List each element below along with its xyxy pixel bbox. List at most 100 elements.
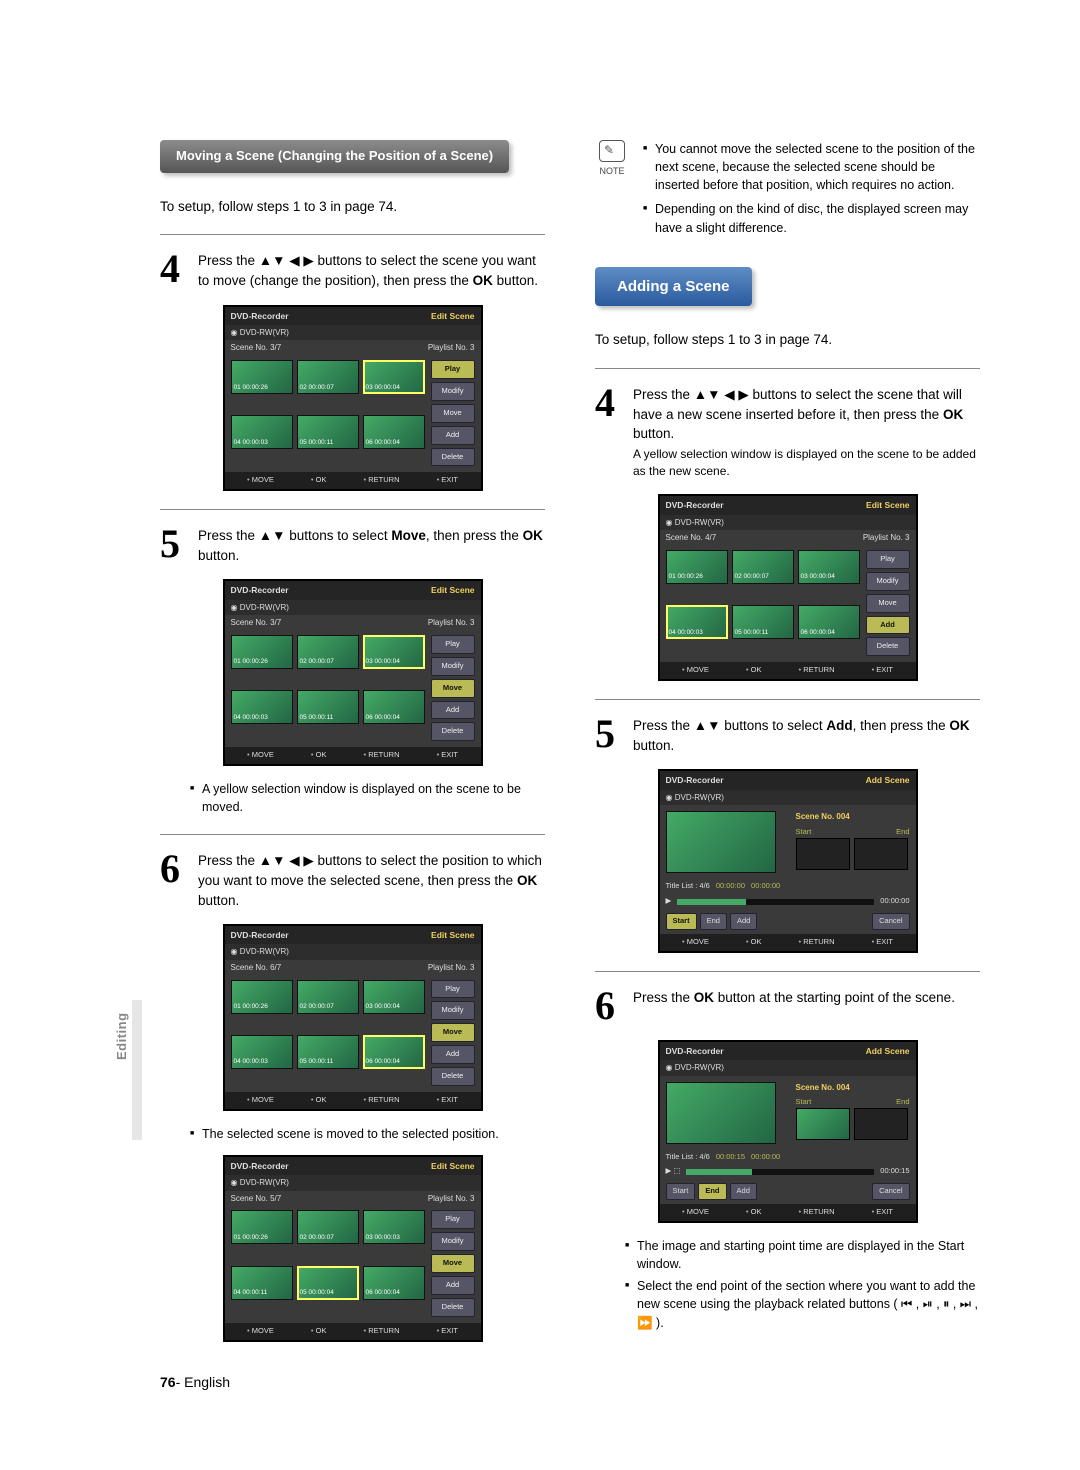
- osd-ftr-ok: OK: [311, 1095, 327, 1106]
- osd-screen-scene6: DVD-RecorderEdit Scene ◉ DVD-RW(VR) Scen…: [223, 924, 483, 1111]
- divider: [595, 971, 980, 972]
- osd-screen-scene5: DVD-RecorderEdit Scene ◉ DVD-RW(VR) Scen…: [223, 1155, 483, 1342]
- osd-btn-add: Add: [431, 1045, 475, 1064]
- step-number: 4: [595, 383, 623, 480]
- osd-mode: Add Scene: [866, 774, 910, 786]
- title-list: Title List : 4/6: [666, 881, 710, 892]
- osd-mode: Add Scene: [866, 1045, 910, 1057]
- divider: [160, 234, 545, 235]
- thumb-02: 02 00:00:07: [732, 550, 794, 584]
- scene-no-label: Scene No.: [231, 963, 268, 972]
- note-list: You cannot move the selected scene to th…: [643, 140, 980, 243]
- osd-ftr-move: MOVE: [247, 1095, 274, 1106]
- step-body: Press the ▲▼ buttons to select Move, the…: [198, 524, 545, 565]
- osd-mode: Edit Scene: [431, 1160, 474, 1172]
- disc-type: DVD-RW(VR): [675, 518, 724, 527]
- start-thumb: [796, 838, 850, 870]
- thumbnail-grid: 01 00:00:26 02 00:00:07 03 00:00:04 04 0…: [231, 360, 425, 466]
- emphasis: OK: [517, 873, 537, 888]
- osd-btn-add: Add: [730, 1183, 757, 1200]
- osd-ftr-return: RETURN: [799, 665, 835, 676]
- timeline: [686, 1169, 874, 1175]
- divider: [595, 368, 980, 369]
- time-left: 00:00:00: [716, 881, 745, 892]
- step-6: 6 Press the OK button at the starting po…: [595, 986, 980, 1026]
- osd-title: DVD-Recorder: [666, 1045, 724, 1057]
- title-list: Title List : 4/6: [666, 1152, 710, 1163]
- osd-btn-add: Add: [431, 701, 475, 720]
- divider: [160, 509, 545, 510]
- text: button.: [198, 893, 239, 908]
- osd-btn-modify: Modify: [431, 657, 475, 676]
- substep-item: The selected scene is moved to the selec…: [190, 1125, 545, 1143]
- osd-btn-play: Play: [431, 635, 475, 654]
- osd-btn-delete: Delete: [431, 1298, 475, 1317]
- thumb-04: 04 00:00:03: [231, 690, 293, 724]
- step-body: Press the ▲▼ ◀ ▶ buttons to select the s…: [633, 383, 980, 480]
- step-body: Press the ▲▼ ◀ ▶ buttons to select the p…: [198, 849, 545, 910]
- osd-side-buttons: Play Modify Move Add Delete: [866, 550, 910, 656]
- pencil-icon: [599, 140, 625, 162]
- emphasis: OK: [694, 990, 714, 1005]
- thumb-01: 01 00:00:26: [231, 980, 293, 1014]
- osd-btn-modify: Modify: [866, 572, 910, 591]
- step-number: 5: [595, 714, 623, 755]
- osd-title: DVD-Recorder: [666, 499, 724, 511]
- emphasis: OK: [473, 273, 493, 288]
- osd-btn-modify: Modify: [431, 1232, 475, 1251]
- step-number: 5: [160, 524, 188, 565]
- start-end-panel: Scene No. 004 StartEnd: [796, 805, 916, 869]
- osd-btn-move: Move: [431, 1023, 475, 1042]
- scene-no-value: Scene No. 004: [796, 1082, 850, 1094]
- osd-ftr-return: RETURN: [799, 937, 835, 948]
- bullet-item: Select the end point of the section wher…: [625, 1277, 980, 1331]
- text: button.: [493, 273, 538, 288]
- thumb-06-selected: 06 00:00:04: [363, 1035, 425, 1069]
- osd-ftr-move: MOVE: [247, 750, 274, 761]
- thumb-03: 03 00:00:04: [363, 980, 425, 1014]
- step-number: 4: [160, 249, 188, 290]
- text: , then press the: [426, 528, 523, 543]
- step-5: 5 Press the ▲▼ buttons to select Move, t…: [160, 524, 545, 565]
- emphasis: OK: [523, 528, 543, 543]
- osd-btn-delete: Delete: [431, 448, 475, 467]
- thumb-02: 02 00:00:07: [297, 635, 359, 669]
- preview-window: [666, 811, 776, 873]
- text: ▲▼ buttons to select: [259, 528, 392, 543]
- osd-btn-start: Start: [666, 913, 697, 930]
- note-block: NOTE You cannot move the selected scene …: [595, 140, 980, 243]
- disc-type: DVD-RW(VR): [240, 603, 289, 612]
- text: Press the: [198, 253, 259, 268]
- disc-type: DVD-RW(VR): [240, 1178, 289, 1187]
- osd-ftr-return: RETURN: [799, 1207, 835, 1218]
- start-label: Start: [796, 827, 812, 838]
- emphasis: Move: [391, 528, 426, 543]
- osd-btn-modify: Modify: [431, 1001, 475, 1020]
- right-column: NOTE You cannot move the selected scene …: [595, 140, 980, 1356]
- osd-title: DVD-Recorder: [231, 1160, 289, 1172]
- playlist-no: Playlist No. 3: [428, 342, 475, 354]
- osd-btn-delete: Delete: [431, 722, 475, 741]
- osd-btn-start: Start: [666, 1183, 696, 1200]
- osd-ftr-exit: EXIT: [437, 1095, 458, 1106]
- osd-btn-play: Play: [866, 550, 910, 569]
- osd-title: DVD-Recorder: [666, 774, 724, 786]
- text: ▲▼ buttons to select: [694, 718, 827, 733]
- time-right: 00:00:00: [751, 881, 780, 892]
- text: Press the: [633, 387, 694, 402]
- osd-screen-move-highlight: DVD-RecorderEdit Scene ◉ DVD-RW(VR) Scen…: [223, 579, 483, 766]
- note-label: NOTE: [599, 166, 624, 176]
- side-tab: [132, 1000, 142, 1140]
- thumb-04-selected: 04 00:00:03: [666, 605, 728, 639]
- scene-no-value: 4/7: [705, 533, 716, 542]
- duration: 00:00:00: [880, 896, 909, 907]
- text: Press the: [633, 718, 694, 733]
- osd-ftr-exit: EXIT: [872, 1207, 893, 1218]
- scene-no-label: Scene No.: [231, 343, 268, 352]
- osd-btn-play: Play: [431, 360, 475, 379]
- scene-no-value: 6/7: [270, 963, 281, 972]
- emphasis: OK: [949, 718, 969, 733]
- thumb-05: 05 00:00:11: [297, 1035, 359, 1069]
- osd-side-buttons: Play Modify Move Add Delete: [431, 635, 475, 741]
- playlist-no: Playlist No. 3: [428, 1193, 475, 1205]
